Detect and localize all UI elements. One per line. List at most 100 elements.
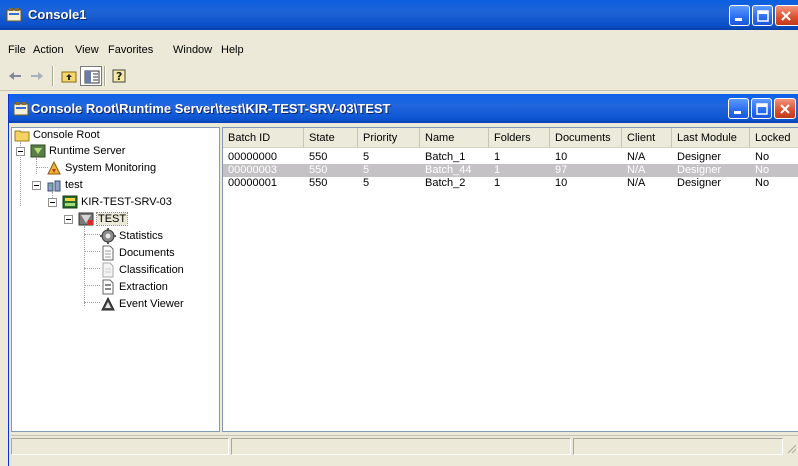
status-pane <box>573 438 783 455</box>
forward-button[interactable] <box>26 66 48 86</box>
table-row-selected[interactable]: 00000003 550 5 Batch_44 1 97 N/A Designe… <box>223 164 798 177</box>
resize-grip-icon <box>787 444 797 454</box>
system-monitoring-icon <box>46 160 62 176</box>
console-app-icon <box>13 101 29 117</box>
cell-name: Batch_44 <box>425 164 472 176</box>
cell-folders: 1 <box>494 177 501 189</box>
help-button[interactable]: ? <box>108 66 130 86</box>
tree-item-label: Runtime Server <box>49 145 126 157</box>
child-close-button[interactable] <box>774 98 796 119</box>
resize-grip[interactable] <box>785 442 797 454</box>
maximize-icon <box>756 103 768 115</box>
toolbar-separator <box>52 66 54 86</box>
tree-connector <box>84 302 100 303</box>
table-row[interactable]: 00000001 550 5 Batch_2 1 10 N/A Designer… <box>223 177 798 190</box>
app-title-bar[interactable]: Console1 <box>0 0 798 30</box>
close-icon <box>781 11 791 21</box>
cell-batch-id: 00000000 <box>228 151 277 163</box>
cell-locked: No <box>755 177 770 189</box>
column-header-client[interactable]: Client <box>622 128 672 147</box>
minimize-icon <box>735 18 742 21</box>
cell-folders: 1 <box>494 151 501 163</box>
cell-priority: 5 <box>363 151 370 163</box>
runtime-server-icon <box>30 143 46 159</box>
minimize-icon <box>734 111 741 114</box>
tree-item-label: Event Viewer <box>119 298 184 310</box>
column-header-priority[interactable]: Priority <box>358 128 420 147</box>
menu-favorites[interactable]: Favorites <box>108 44 153 56</box>
column-header-folders[interactable]: Folders <box>489 128 550 147</box>
cell-documents: 10 <box>555 151 568 163</box>
menu-window[interactable]: Window <box>173 44 212 56</box>
console-tree[interactable]: Console Root Runtime Server System Monit… <box>11 127 220 432</box>
status-bar <box>11 435 798 457</box>
status-pane <box>11 438 229 455</box>
menu-file[interactable]: File <box>8 44 26 56</box>
tree-item-label: KIR-TEST-SRV-03 <box>81 196 172 208</box>
menu-help[interactable]: Help <box>221 44 244 56</box>
cell-locked: No <box>755 164 770 176</box>
classification-icon <box>100 262 116 278</box>
tree-item-label: Documents <box>119 247 175 259</box>
menu-bar: File Action View Favorites Window Help <box>0 30 798 63</box>
up-one-level-icon <box>61 71 77 83</box>
close-button[interactable] <box>775 5 798 26</box>
cell-documents: 97 <box>555 164 568 176</box>
cell-priority: 5 <box>363 164 370 176</box>
console-app-icon <box>6 7 22 23</box>
extraction-icon <box>100 279 116 295</box>
cell-documents: 10 <box>555 177 568 189</box>
menu-action[interactable]: Action <box>33 44 64 56</box>
tree-collapse-toggle[interactable] <box>16 147 25 156</box>
server-icon <box>62 194 78 210</box>
toolbar: ? <box>0 63 798 91</box>
column-header-last-module[interactable]: Last Module <box>672 128 750 147</box>
toolbar-separator <box>104 66 106 86</box>
tree-item-label: TEST <box>95 212 129 226</box>
cell-client: N/A <box>627 164 646 176</box>
project-icon <box>78 211 94 227</box>
cell-batch-id: 00000003 <box>228 164 277 176</box>
maximize-button[interactable] <box>752 5 773 26</box>
column-header-state[interactable]: State <box>304 128 358 147</box>
cell-client: N/A <box>627 177 646 189</box>
cell-last-module: Designer <box>677 151 722 163</box>
back-button[interactable] <box>4 66 26 86</box>
tree-item-label: System Monitoring <box>65 162 157 174</box>
tree-item-label: Console Root <box>33 129 100 141</box>
up-one-level-button[interactable] <box>58 66 80 86</box>
cell-name: Batch_1 <box>425 151 466 163</box>
list-header: Batch ID State Priority Name Folders Doc… <box>223 128 798 148</box>
column-header-batch-id[interactable]: Batch ID <box>223 128 304 147</box>
forward-arrow-icon <box>31 72 43 80</box>
cell-state: 550 <box>309 177 328 189</box>
tree-item-label: Classification <box>119 264 184 276</box>
tree-item-label: Statistics <box>119 230 164 242</box>
tree-collapse-toggle[interactable] <box>64 215 73 224</box>
tree-item-label: test <box>65 179 83 191</box>
show-hide-tree-button[interactable] <box>80 66 102 86</box>
table-row[interactable]: 00000000 550 5 Batch_1 1 10 N/A Designer… <box>223 151 798 164</box>
tree-connector <box>84 268 100 269</box>
column-header-locked[interactable]: Locked <box>750 128 798 147</box>
cell-state: 550 <box>309 164 328 176</box>
tree-collapse-toggle[interactable] <box>32 181 41 190</box>
tree-collapse-toggle[interactable] <box>48 198 57 207</box>
minimize-button[interactable] <box>729 5 750 26</box>
cell-locked: No <box>755 151 770 163</box>
tree-connector <box>84 285 100 286</box>
tree-connector <box>84 251 100 252</box>
child-window-title-bar[interactable]: Console Root\Runtime Server\test\KIR-TES… <box>9 94 798 123</box>
menu-view[interactable]: View <box>75 44 99 56</box>
child-minimize-button[interactable] <box>728 98 749 119</box>
column-header-name[interactable]: Name <box>420 128 489 147</box>
cell-state: 550 <box>309 151 328 163</box>
child-maximize-button[interactable] <box>751 98 772 119</box>
batch-list-view[interactable]: Batch ID State Priority Name Folders Doc… <box>222 127 798 432</box>
folder-icon <box>14 128 30 143</box>
statistics-gear-icon <box>100 228 116 244</box>
tree-connector <box>84 234 100 235</box>
maximize-icon <box>757 10 769 22</box>
cell-name: Batch_2 <box>425 177 466 189</box>
column-header-documents[interactable]: Documents <box>550 128 622 147</box>
